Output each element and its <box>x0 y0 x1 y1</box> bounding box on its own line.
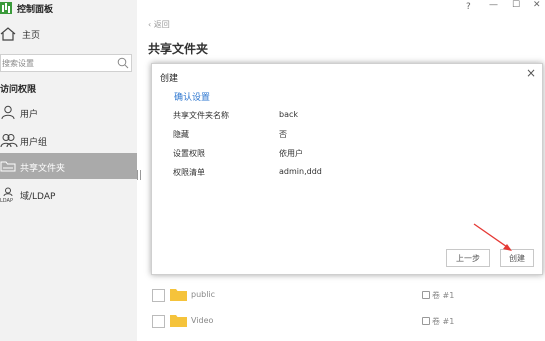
search-box <box>0 54 132 72</box>
sidebar-item-home-label: 主页 <box>22 31 41 41</box>
minimize-button[interactable]: — <box>489 0 498 10</box>
dialog-title: 创建 <box>160 74 179 84</box>
field-label-permission-list: 权限清单 <box>173 168 205 177</box>
svg-text:LDAP: LDAP <box>0 198 13 203</box>
section-title-access: 访问权限 <box>0 85 37 95</box>
user-icon <box>1 105 15 119</box>
ldap-icon: LDAP <box>0 187 13 203</box>
home-icon <box>0 27 16 41</box>
shared-folder-icon <box>0 161 16 172</box>
close-window-button[interactable]: ✕ <box>533 0 541 10</box>
volume-text: 卷 #1 <box>432 317 455 326</box>
volume-label: 卷 #1 <box>422 290 454 301</box>
field-label-permission-setting: 设置权限 <box>173 149 205 158</box>
sidebar-item-ldap[interactable]: LDAP 域/LDAP <box>0 181 137 207</box>
folder-icon <box>170 315 187 327</box>
row-checkbox[interactable] <box>152 315 165 328</box>
back-link[interactable]: ‹ 返回 <box>148 19 170 30</box>
field-value-permission-setting: 依用户 <box>279 149 303 158</box>
field-label-hidden: 隐藏 <box>173 130 189 139</box>
field-label-folder-name: 共享文件夹名称 <box>173 111 229 120</box>
sidebar: 控制面板 主页 访问权限 用户 用户组 共 <box>0 0 137 341</box>
sidebar-item-user-groups-label: 用户组 <box>20 138 48 148</box>
sidebar-resize-handle[interactable] <box>137 170 141 180</box>
sidebar-item-ldap-label: 域/LDAP <box>20 192 56 202</box>
table-row[interactable]: Video 卷 #1 <box>150 311 520 333</box>
close-icon[interactable]: × <box>526 66 536 80</box>
sidebar-item-users-label: 用户 <box>20 110 39 120</box>
confirm-settings-heading: 确认设置 <box>174 93 211 103</box>
sidebar-item-users[interactable]: 用户 <box>0 99 137 125</box>
control-panel-logo-icon <box>0 2 12 14</box>
search-input[interactable] <box>1 55 112 71</box>
sidebar-item-shared-folders-label: 共享文件夹 <box>20 164 66 174</box>
help-button[interactable]: ? <box>466 2 471 12</box>
field-value-folder-name: back <box>279 110 299 119</box>
back-link-label: 返回 <box>153 20 170 29</box>
volume-label: 卷 #1 <box>422 316 454 327</box>
sidebar-item-shared-folders[interactable]: 共享文件夹 <box>0 153 137 179</box>
search-icon[interactable] <box>117 57 129 69</box>
table-row[interactable]: public 卷 #1 <box>150 285 520 307</box>
volume-icon <box>422 291 430 299</box>
app-title: 控制面板 <box>17 5 54 15</box>
row-checkbox[interactable] <box>152 289 165 302</box>
sidebar-item-home[interactable]: 主页 <box>0 25 137 43</box>
volume-icon <box>422 317 430 325</box>
page-title: 共享文件夹 <box>148 42 209 56</box>
field-value-hidden: 否 <box>279 130 287 139</box>
annotation-arrow-icon <box>473 223 512 251</box>
sidebar-item-user-groups[interactable]: 用户组 <box>0 127 137 153</box>
maximize-button[interactable]: ☐ <box>512 0 520 10</box>
folder-name: Video <box>191 316 214 325</box>
volume-text: 卷 #1 <box>432 291 455 300</box>
folder-name: public <box>191 290 216 299</box>
app-title-bar: 控制面板 <box>0 0 137 16</box>
user-group-icon <box>0 134 18 147</box>
field-value-permission-list: admin,ddd <box>279 167 322 176</box>
folder-icon <box>170 289 187 301</box>
